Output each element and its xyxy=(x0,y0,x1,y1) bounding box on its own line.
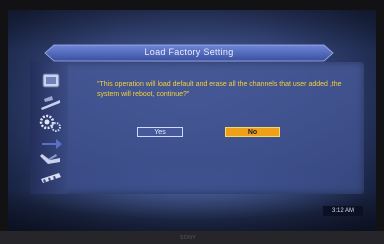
yes-button[interactable]: Yes xyxy=(137,127,183,137)
gears-icon[interactable] xyxy=(38,114,64,132)
no-button[interactable]: No xyxy=(225,127,280,137)
film-icon[interactable] xyxy=(38,168,64,186)
dialog-message: "This operation will load default and er… xyxy=(97,81,342,98)
tv-brand-logo: SONY xyxy=(180,235,197,241)
dialog-title-bar: Load Factory Setting xyxy=(44,44,334,62)
dialog-title: Load Factory Setting xyxy=(144,47,234,57)
clock-display: 3:12 AM xyxy=(323,206,363,216)
satellite-dish-icon[interactable] xyxy=(38,94,64,112)
settings-icon[interactable] xyxy=(38,72,64,90)
antenna-icon[interactable] xyxy=(38,150,64,168)
